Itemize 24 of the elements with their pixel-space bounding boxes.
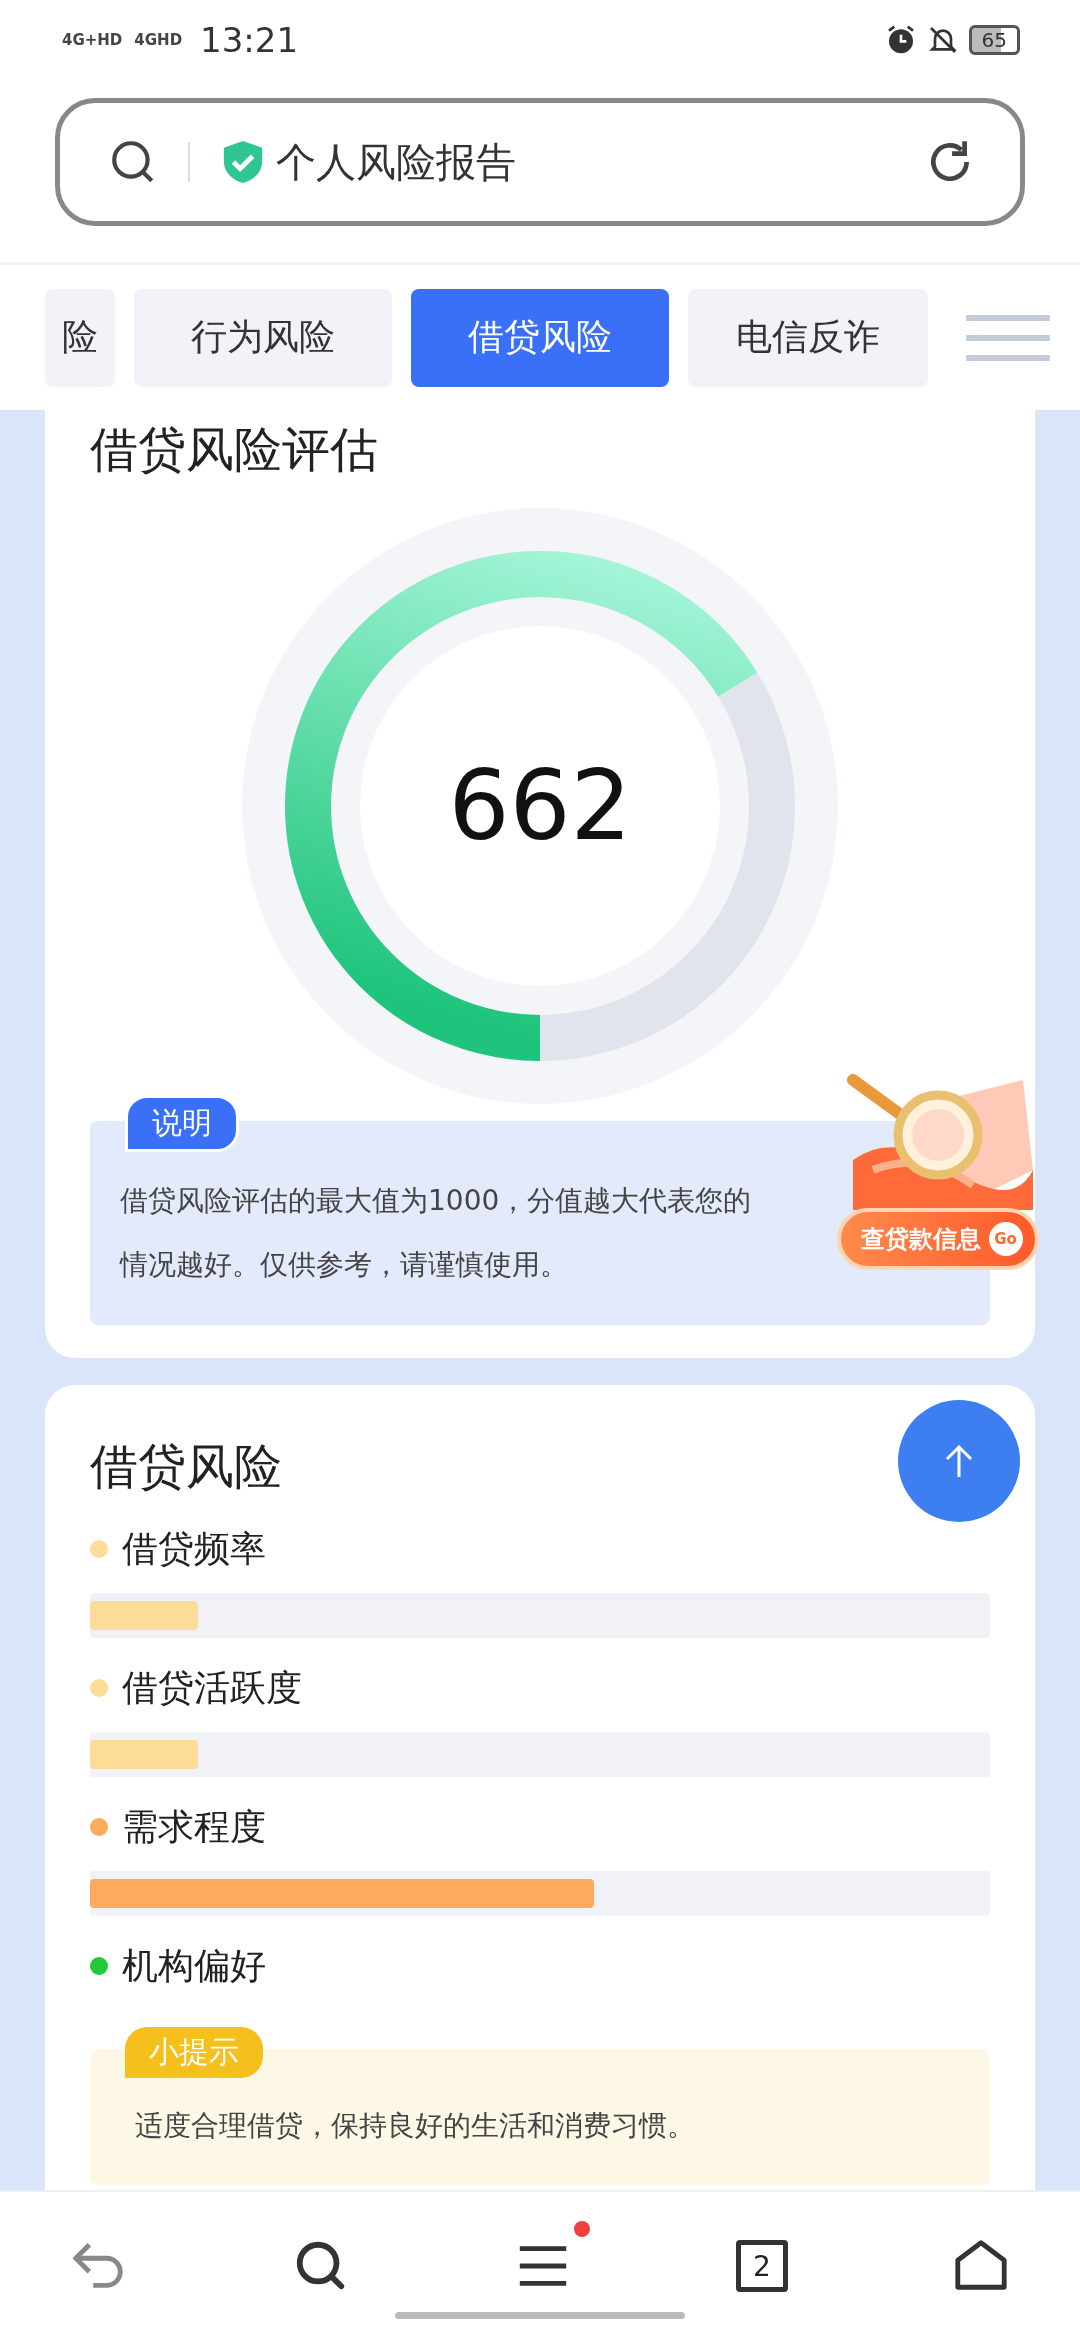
score-value: 662: [448, 750, 632, 862]
go-badge: Go: [988, 1222, 1023, 1256]
category-tab[interactable]: 行为风险: [134, 288, 392, 387]
risk-label: 需求程度: [122, 1804, 266, 1849]
network-label: 4G+HD: [62, 31, 123, 49]
tip-text: 适度合理借贷，保持良好的生活和消费习惯。: [135, 2108, 696, 2144]
card-title: 借贷风险评估: [90, 420, 378, 479]
risk-label: 机构偏好: [122, 1943, 266, 1988]
category-tab[interactable]: 险: [45, 288, 115, 387]
network-label: 4GHD: [134, 31, 183, 49]
battery-level: 65: [968, 25, 1020, 55]
note-text: 情况越好。仅供参考，请谨慎使用。: [120, 1247, 568, 1283]
tip-badge: 小提示: [125, 2027, 263, 2078]
risk-label: 借贷活跃度: [122, 1665, 302, 1710]
page-title: 个人风险报告: [276, 137, 517, 187]
card-title: 借贷风险: [90, 1437, 282, 1496]
address-bar[interactable]: 个人风险报告: [55, 98, 1025, 226]
tab-count-button[interactable]: 2: [736, 2240, 788, 2292]
category-tab[interactable]: 电信反诈: [688, 288, 928, 387]
note-text: 借贷风险评估的最大值为1000，分值越大代表您的: [120, 1183, 752, 1219]
category-tab[interactable]: 借贷风险: [411, 288, 669, 387]
note-badge: 说明: [125, 1095, 239, 1152]
clock-time: 13:21: [200, 20, 299, 60]
risk-label: 借贷频率: [122, 1526, 266, 1571]
